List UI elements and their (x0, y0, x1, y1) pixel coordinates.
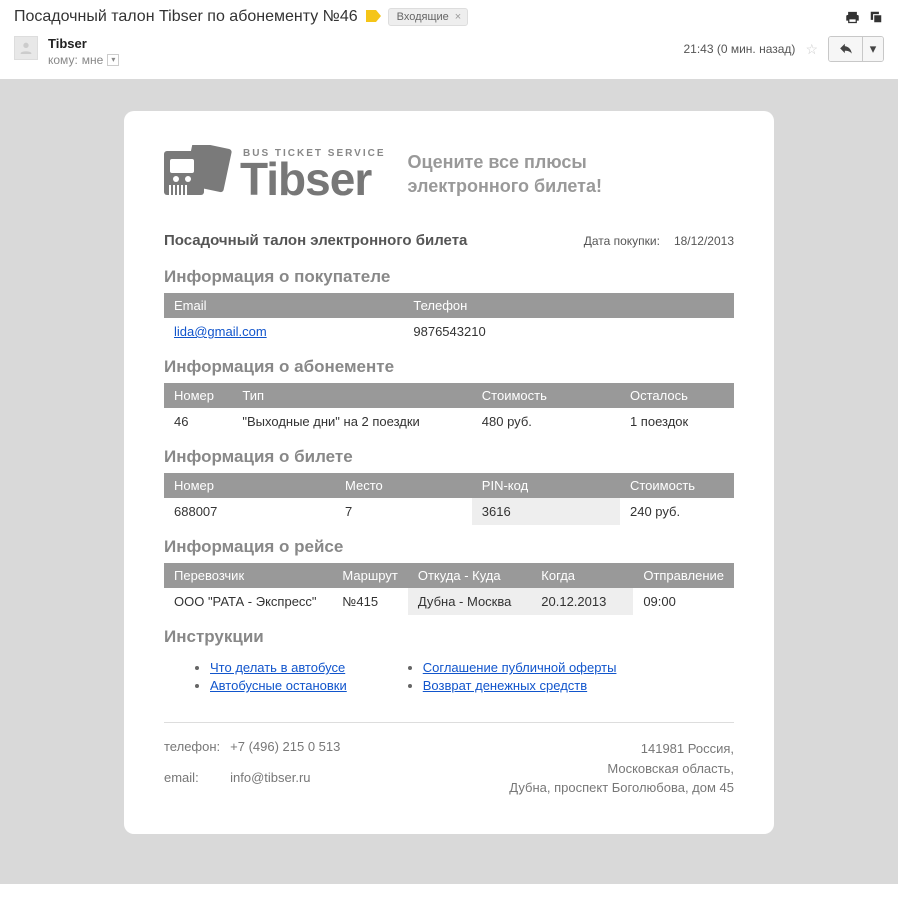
to-value: мне (82, 53, 104, 67)
ticket-table: Номер Место PIN-код Стоимость 688007 7 3… (164, 473, 734, 525)
col-when: Когда (531, 563, 633, 588)
instructions-right-list: Соглашение публичной оферты Возврат дене… (407, 657, 617, 696)
link-bus-what-to-do[interactable]: Что делать в автобусе (210, 660, 345, 675)
ticket-heading: Информация о билете (164, 447, 734, 467)
label-inbox-text: Входящие (397, 11, 449, 23)
expand-recipients-icon[interactable]: ▾ (107, 54, 119, 66)
buyer-heading: Информация о покупателе (164, 267, 734, 287)
bus-ticket-icon (164, 145, 234, 204)
recipient-line[interactable]: кому: мне ▾ (48, 53, 119, 67)
ticket-card: BUS TICKET SERVICE Tibser Оцените все пл… (124, 111, 774, 834)
col-route: Маршрут (332, 563, 407, 588)
logo-title: Tibser (240, 159, 386, 200)
purchase-date-value: 18/12/2013 (674, 234, 734, 248)
table-row: ООО "РАТА - Экспресс" №415 Дубна - Москв… (164, 588, 734, 615)
footer-email: info@tibser.ru (230, 770, 340, 797)
instructions-left-list: Что делать в автобусе Автобусные останов… (194, 657, 347, 696)
sender-name: Tibser (48, 36, 119, 51)
link-public-offer[interactable]: Соглашение публичной оферты (423, 660, 617, 675)
col-t-pin: PIN-код (472, 473, 620, 498)
print-icon[interactable] (844, 9, 860, 25)
subscription-heading: Информация о абонементе (164, 357, 734, 377)
col-t-cost: Стоимость (620, 473, 734, 498)
footer-email-label: email: (164, 770, 220, 797)
col-email: Email (164, 293, 403, 318)
sender-row: Tibser кому: мне ▾ 21:43 (0 мин. назад) … (0, 32, 898, 79)
col-sub-cost: Стоимость (472, 383, 620, 408)
col-dep: Отправление (633, 563, 734, 588)
table-row: 688007 7 3616 240 руб. (164, 498, 734, 525)
instructions-heading: Инструкции (164, 627, 734, 647)
to-label: кому: (48, 53, 78, 67)
email-subject: Посадочный талон Tibser по абонементу №4… (14, 8, 358, 26)
buyer-table: Email Телефон lida@gmail.com 9876543210 (164, 293, 734, 345)
open-new-window-icon[interactable] (868, 9, 884, 25)
importance-marker-icon[interactable] (366, 10, 380, 24)
tagline: Оцените все плюсы электронного билета! (408, 151, 602, 198)
star-icon[interactable]: ☆ (805, 41, 818, 58)
avatar (14, 36, 38, 60)
subscription-table: Номер Тип Стоимость Осталось 46 "Выходны… (164, 383, 734, 435)
table-row: lida@gmail.com 9876543210 (164, 318, 734, 345)
footer-phone: +7 (496) 215 0 513 (230, 739, 340, 766)
footer: телефон: +7 (496) 215 0 513 email: info@… (164, 722, 734, 824)
reply-more-button[interactable]: ▾ (863, 37, 883, 61)
message-time: 21:43 (0 мин. назад) (683, 42, 795, 56)
link-bus-stops[interactable]: Автобусные остановки (210, 678, 347, 693)
message-header: Посадочный талон Tibser по абонементу №4… (0, 0, 898, 32)
trip-table: Перевозчик Маршрут Откуда - Куда Когда О… (164, 563, 734, 615)
trip-heading: Информация о рейсе (164, 537, 734, 557)
col-phone: Телефон (403, 293, 734, 318)
logo: BUS TICKET SERVICE Tibser (164, 145, 386, 204)
col-sub-type: Тип (232, 383, 471, 408)
email-body-background: BUS TICKET SERVICE Tibser Оцените все пл… (0, 79, 898, 884)
reply-button[interactable] (829, 37, 863, 61)
col-t-num: Номер (164, 473, 335, 498)
col-carrier: Перевозчик (164, 563, 332, 588)
purchase-date-label: Дата покупки: (584, 234, 660, 248)
col-sub-num: Номер (164, 383, 232, 408)
col-t-seat: Место (335, 473, 472, 498)
footer-addr3: Дубна, проспект Боголюбова, дом 45 (509, 778, 734, 798)
buyer-phone: 9876543210 (403, 318, 734, 345)
col-fromto: Откуда - Куда (408, 563, 531, 588)
col-sub-left: Осталось (620, 383, 734, 408)
footer-phone-label: телефон: (164, 739, 220, 766)
label-remove-icon[interactable]: × (455, 12, 461, 23)
link-refund[interactable]: Возврат денежных средств (423, 678, 587, 693)
label-inbox[interactable]: Входящие × (388, 8, 469, 26)
footer-addr1: 141981 Россия, (509, 739, 734, 759)
document-title: Посадочный талон электронного билета (164, 232, 467, 249)
reply-button-group: ▾ (828, 36, 884, 62)
footer-addr2: Московская область, (509, 759, 734, 779)
buyer-email-link[interactable]: lida@gmail.com (174, 324, 267, 339)
table-row: 46 "Выходные дни" на 2 поездки 480 руб. … (164, 408, 734, 435)
